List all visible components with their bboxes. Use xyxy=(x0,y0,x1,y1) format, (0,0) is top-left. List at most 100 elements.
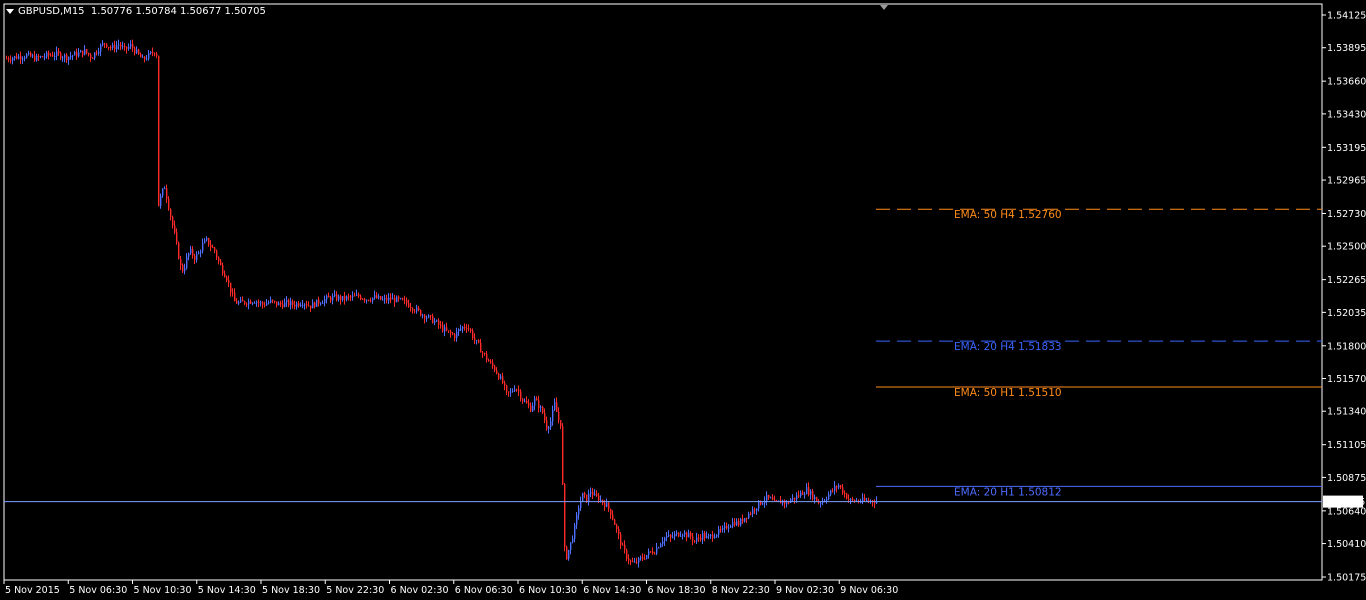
candle-body xyxy=(848,498,850,500)
candle-body xyxy=(10,59,12,61)
time-tick-label: 5 Nov 22:30 xyxy=(326,585,384,596)
candle-body xyxy=(750,513,752,515)
candle-body xyxy=(704,533,706,539)
candle-body xyxy=(412,308,414,311)
time-tick-label: 5 Nov 06:30 xyxy=(69,585,127,596)
time-tick-label: 5 Nov 14:30 xyxy=(198,585,256,596)
candle-body xyxy=(248,301,250,305)
price-tick-label: 1.51570 xyxy=(1327,374,1366,385)
candle-body xyxy=(90,54,92,58)
candle-body xyxy=(346,296,348,300)
candle-body xyxy=(832,490,834,492)
candle-body xyxy=(264,304,266,306)
candle-body xyxy=(382,299,384,301)
candle-body xyxy=(660,544,662,548)
candle-body xyxy=(278,303,280,306)
candle-body xyxy=(626,549,628,559)
candle-body xyxy=(482,352,484,354)
candle-body xyxy=(108,47,110,49)
candle-body xyxy=(302,304,304,306)
candle-body xyxy=(156,53,158,56)
candle-body xyxy=(116,45,118,50)
candle-body xyxy=(656,547,658,554)
candle-body xyxy=(620,534,622,545)
candle-body xyxy=(532,405,534,412)
time-tick-label: 9 Nov 02:30 xyxy=(776,585,834,596)
candle-body xyxy=(148,52,150,59)
candle-body xyxy=(114,45,116,50)
candle-body xyxy=(582,492,584,502)
candle-body xyxy=(462,326,464,329)
candle-body xyxy=(416,307,418,312)
candle-body xyxy=(528,403,530,406)
candle-body xyxy=(408,303,410,308)
candle-body xyxy=(504,382,506,386)
price-chart[interactable]: EMA: 50 H4 1.52760 EMA: 20 H4 1.51833 EMA:… xyxy=(0,0,1366,600)
shift-marker-icon[interactable] xyxy=(880,5,888,10)
candle-body xyxy=(844,493,846,495)
candle-body xyxy=(734,522,736,526)
candle-body xyxy=(590,491,592,494)
candle-body xyxy=(722,528,724,530)
candle-body xyxy=(372,297,374,301)
candle-body xyxy=(554,402,556,410)
candle-body xyxy=(306,304,308,306)
candle-body xyxy=(796,495,798,500)
candle-body xyxy=(718,529,720,535)
candle-body xyxy=(368,299,370,301)
candle-body xyxy=(86,49,88,53)
candle-body xyxy=(710,534,712,536)
candle-body xyxy=(78,52,80,57)
candle-body xyxy=(234,292,236,302)
candle-body xyxy=(646,555,648,559)
candle-body xyxy=(296,303,298,307)
candle-body xyxy=(446,327,448,331)
candle-body xyxy=(652,551,654,554)
candle-body xyxy=(230,282,232,293)
current-price-label: 1.50705 xyxy=(1326,497,1365,508)
chart-window[interactable]: GBPUSD,M15 1.50776 1.50784 1.50677 1.507… xyxy=(0,0,1366,600)
candle-body xyxy=(356,294,358,296)
candle-body xyxy=(744,517,746,522)
candle-body xyxy=(134,48,136,54)
candle-body xyxy=(176,232,178,243)
candle-body xyxy=(788,502,790,504)
candle-body xyxy=(830,490,832,495)
candle-body xyxy=(524,400,526,402)
candle-body xyxy=(50,55,52,57)
candle-body xyxy=(398,296,400,299)
candle-body xyxy=(506,385,508,392)
time-tick-label: 5 Nov 18:30 xyxy=(262,585,320,596)
price-tick-label: 1.53195 xyxy=(1327,143,1366,154)
candle-body xyxy=(574,524,576,539)
candle-body xyxy=(6,58,8,60)
candle-body xyxy=(186,256,188,269)
candle-body xyxy=(500,376,502,379)
candle-body xyxy=(180,258,182,266)
candle-body xyxy=(864,497,866,501)
candle-body xyxy=(320,303,322,305)
time-tick-label: 6 Nov 14:30 xyxy=(583,585,641,596)
candle-body xyxy=(746,517,748,519)
candle-body xyxy=(140,53,142,58)
candle-body xyxy=(456,331,458,339)
candle-body xyxy=(842,487,844,494)
candle-body xyxy=(804,493,806,495)
candle-body xyxy=(846,493,848,499)
candle-body xyxy=(838,485,840,488)
candle-body xyxy=(648,551,650,556)
candle-body xyxy=(226,277,228,281)
time-tick-label: 6 Nov 18:30 xyxy=(648,585,706,596)
candle-body xyxy=(238,302,240,304)
candle-body xyxy=(204,240,206,244)
candle-body xyxy=(432,315,434,323)
candle-body xyxy=(684,532,686,535)
candle-body xyxy=(628,558,630,561)
candle-body xyxy=(514,389,516,391)
candle-body xyxy=(474,337,476,341)
candle-body xyxy=(308,305,310,307)
candle-body xyxy=(430,315,432,317)
candle-body xyxy=(702,533,704,540)
candle-body xyxy=(720,529,722,531)
price-tick-label: 1.51340 xyxy=(1327,407,1366,418)
